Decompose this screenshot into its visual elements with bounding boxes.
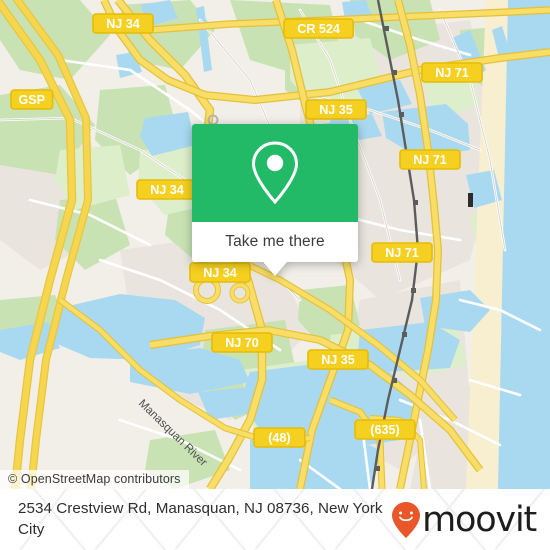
route-shield-label: NJ 71 bbox=[435, 66, 469, 80]
moovit-pin-icon bbox=[392, 501, 421, 538]
route-shield-label: (48) bbox=[268, 431, 290, 445]
route-shield-cr-48: (48) bbox=[253, 427, 306, 448]
moovit-map-screenshot: Manasquan River NJ 34 CR 524 GSP NJ 71 NJ 35… bbox=[0, 0, 550, 550]
route-shield-label: NJ 35 bbox=[319, 103, 353, 117]
route-shield-label: NJ 71 bbox=[413, 153, 447, 167]
map-pin-icon bbox=[251, 141, 299, 205]
route-shield-label: CR 524 bbox=[297, 22, 340, 36]
route-shield-label: NJ 34 bbox=[150, 183, 184, 197]
route-shield-nj-34-low: NJ 34 bbox=[189, 262, 251, 283]
popup-icon-panel bbox=[192, 124, 358, 222]
moovit-wordmark: moovit bbox=[422, 500, 537, 540]
route-shield-label: NJ 35 bbox=[321, 353, 355, 367]
osm-attribution[interactable]: © OpenStreetMap contributors bbox=[0, 470, 189, 489]
route-shield-njy-34-top: NJ 34 bbox=[92, 13, 154, 34]
route-shield-nj-34-mid: NJ 34 bbox=[136, 179, 198, 200]
route-shield-label: (635) bbox=[370, 423, 399, 437]
route-shield-label: NJ 71 bbox=[385, 246, 419, 260]
route-shield-nj-70: NJ 70 bbox=[211, 332, 273, 353]
route-shield-gsp: GSP bbox=[10, 89, 54, 110]
route-shield-label: NJ 70 bbox=[225, 336, 259, 350]
route-shield-nj-71-top: NJ 71 bbox=[421, 62, 483, 83]
destination-popup-card[interactable]: Take me there bbox=[192, 124, 358, 276]
route-shield-nj-35-low: NJ 35 bbox=[307, 349, 369, 370]
take-me-there-label: Take me there bbox=[225, 233, 325, 250]
popup-cta-bar[interactable]: Take me there bbox=[192, 222, 358, 276]
route-shield-nj-71-mid: NJ 71 bbox=[399, 149, 461, 170]
route-shield-nj-71-low: NJ 71 bbox=[371, 242, 433, 263]
map-pier-marker bbox=[468, 193, 473, 207]
address-text: 2534 Crestview Rd, Manasquan, NJ 08736, … bbox=[18, 499, 383, 538]
route-shield-label: NJ 34 bbox=[106, 17, 140, 31]
footer-bar: 2534 Crestview Rd, Manasquan, NJ 08736, … bbox=[0, 489, 550, 550]
route-shield-label: GSP bbox=[18, 93, 45, 107]
route-shield-cr-635: (635) bbox=[354, 419, 416, 440]
moovit-logo[interactable]: moovit bbox=[391, 500, 537, 540]
popup-tail bbox=[263, 262, 287, 276]
route-shield-cr-524: CR 524 bbox=[283, 18, 354, 39]
route-shield-nj-35-top: NJ 35 bbox=[305, 99, 367, 120]
route-shield-label: NJ 34 bbox=[203, 266, 237, 280]
